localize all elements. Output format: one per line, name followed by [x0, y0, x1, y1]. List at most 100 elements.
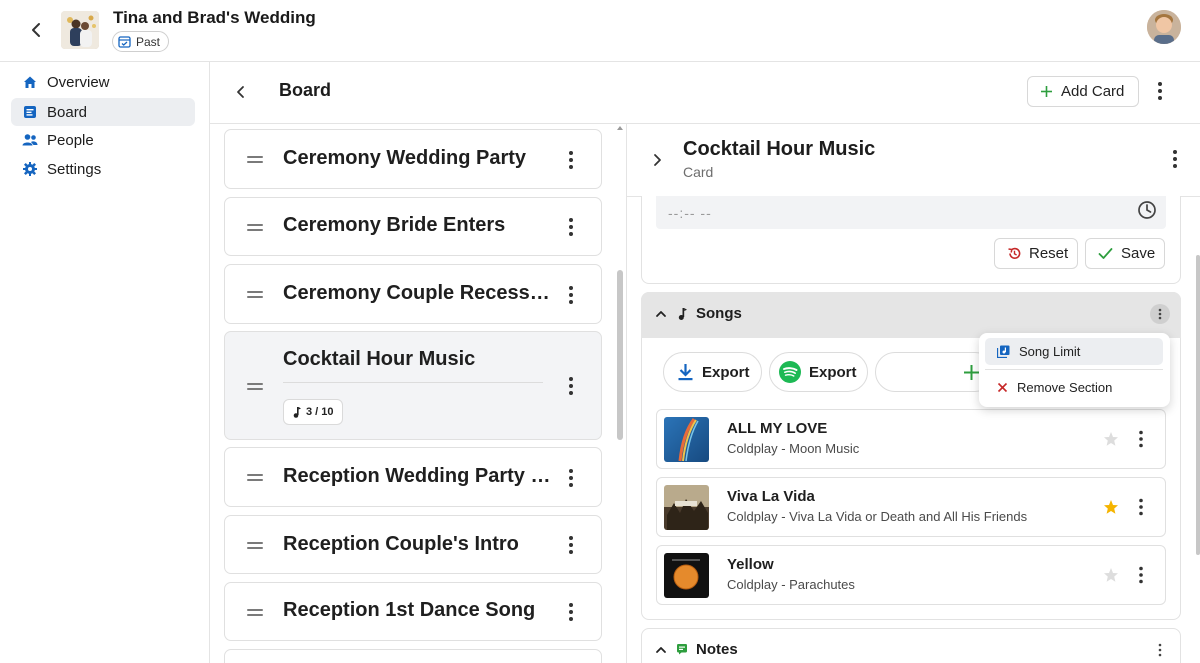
divider [985, 369, 1163, 370]
card-item[interactable]: Ceremony Bride Enters [224, 197, 602, 256]
menu-item-label: Song Limit [1019, 344, 1081, 359]
drag-handle-icon[interactable] [247, 224, 263, 232]
sidebar-item-board[interactable]: Board [11, 98, 195, 126]
star-outline-icon[interactable] [1103, 431, 1119, 447]
card-title: Ceremony Wedding Party [283, 147, 527, 169]
card-more-icon[interactable] [561, 534, 581, 556]
home-icon [22, 74, 38, 90]
add-song-button[interactable] [875, 352, 995, 392]
export-spotify-label: Export [809, 363, 857, 381]
song-title: Viva La Vida [727, 488, 815, 505]
card-more-icon[interactable] [561, 601, 581, 623]
sidebar-item-label: People [47, 131, 94, 149]
collapse-chevron-icon[interactable] [231, 82, 251, 102]
time-placeholder: --:-- -- [668, 204, 712, 221]
song-more-icon[interactable] [1131, 565, 1151, 585]
detail-more-icon[interactable] [1165, 148, 1185, 170]
user-avatar[interactable] [1147, 10, 1181, 44]
card-item[interactable]: Reception Couple's Intro [224, 515, 602, 574]
song-row[interactable]: ALL MY LOVE Coldplay - Moon Music [656, 409, 1166, 469]
card-title: Ceremony Bride Enters [283, 214, 506, 236]
card-item-selected[interactable]: Cocktail Hour Music 3 / 10 [224, 331, 602, 440]
notes-more-icon[interactable] [1150, 640, 1170, 660]
menu-item-label: Remove Section [1017, 380, 1113, 395]
song-artist-album: Coldplay - Parachutes [727, 577, 855, 592]
card-more-icon[interactable] [561, 467, 581, 489]
card-item[interactable]: Ceremony Couple Recessional [224, 264, 602, 324]
drag-handle-icon[interactable] [247, 542, 263, 550]
song-artist-album: Coldplay - Moon Music [727, 441, 860, 456]
page-title: Board [279, 80, 332, 100]
card-more-icon[interactable] [561, 216, 581, 238]
menu-item-song-limit[interactable]: Song Limit [985, 338, 1163, 365]
song-row[interactable]: Yellow Coldplay - Parachutes [656, 545, 1166, 605]
export-download-label: Export [702, 363, 750, 381]
song-title: ALL MY LOVE [727, 420, 828, 437]
drag-handle-icon[interactable] [247, 383, 263, 391]
chevron-up-icon[interactable] [655, 308, 667, 320]
save-button[interactable]: Save [1085, 238, 1165, 269]
close-icon [997, 382, 1008, 393]
song-title: Yellow [727, 556, 774, 573]
spotify-icon [779, 361, 801, 383]
notes-section-title: Notes [696, 641, 738, 658]
sidebar-item-label: Settings [47, 160, 102, 178]
gear-icon [22, 161, 38, 177]
card-item[interactable]: Reception 1st Dance Song [224, 582, 602, 641]
album-art [664, 417, 709, 462]
card-more-icon[interactable] [561, 375, 581, 397]
songs-more-icon[interactable] [1150, 304, 1170, 324]
add-card-button[interactable]: Add Card [1027, 76, 1139, 107]
card-title: Ceremony Couple Recessional [283, 282, 551, 304]
drag-handle-icon[interactable] [247, 474, 263, 482]
divider [283, 382, 543, 383]
scroll-up-icon[interactable] [616, 124, 624, 132]
song-count-label: 3 / 10 [306, 406, 334, 418]
card-item[interactable]: Reception Wedding Party Intro [224, 447, 602, 507]
star-filled-icon[interactable] [1103, 499, 1119, 515]
drag-handle-icon[interactable] [247, 291, 263, 299]
time-input[interactable]: --:-- -- [656, 196, 1166, 229]
card-title: Reception 1st Dance Song [283, 599, 536, 621]
card-more-icon[interactable] [561, 149, 581, 171]
songs-section-title: Songs [696, 305, 742, 322]
card-item[interactable]: Ceremony Wedding Party [224, 129, 602, 189]
song-more-icon[interactable] [1131, 429, 1151, 449]
songs-options-menu: Song Limit Remove Section [979, 333, 1170, 407]
detail-scrollbar[interactable] [1196, 255, 1200, 555]
export-spotify-button[interactable]: Export [769, 352, 868, 392]
save-label: Save [1121, 245, 1156, 262]
card-item[interactable] [224, 649, 602, 663]
star-outline-icon[interactable] [1103, 567, 1119, 583]
card-more-icon[interactable] [561, 284, 581, 306]
menu-item-remove-section[interactable]: Remove Section [985, 374, 1163, 401]
card-title: Reception Couple's Intro [283, 533, 519, 555]
detail-subtitle: Card [683, 164, 714, 180]
calendar-check-icon [118, 35, 131, 48]
drag-handle-icon[interactable] [247, 609, 263, 617]
song-artist-album: Coldplay - Viva La Vida or Death and All… [727, 509, 1028, 524]
music-note-icon [292, 406, 302, 418]
card-title: Reception Wedding Party Intro [283, 465, 551, 487]
sidebar-item-overview[interactable]: Overview [11, 68, 195, 96]
chevron-up-icon[interactable] [655, 644, 667, 656]
drag-handle-icon[interactable] [247, 156, 263, 164]
notes-icon [676, 643, 688, 655]
card-title: Cocktail Hour Music [283, 348, 476, 370]
export-download-button[interactable]: Export [663, 352, 762, 392]
event-photo [61, 11, 99, 49]
check-icon [1098, 247, 1113, 260]
clock-icon[interactable] [1137, 200, 1157, 220]
board-icon [22, 104, 38, 120]
sidebar-item-people[interactable]: People [11, 126, 195, 154]
song-row[interactable]: Viva La Vida Coldplay - Viva La Vida or … [656, 477, 1166, 537]
back-chevron-icon[interactable] [25, 19, 47, 41]
reset-button[interactable]: Reset [994, 238, 1078, 269]
song-more-icon[interactable] [1131, 497, 1151, 517]
card-list-scrollbar[interactable] [617, 270, 623, 440]
history-icon [1007, 246, 1022, 261]
expand-chevron-icon[interactable] [650, 151, 666, 169]
board-more-icon[interactable] [1150, 80, 1170, 102]
sidebar-item-settings[interactable]: Settings [11, 155, 195, 183]
sidebar-item-label: Board [47, 103, 88, 121]
